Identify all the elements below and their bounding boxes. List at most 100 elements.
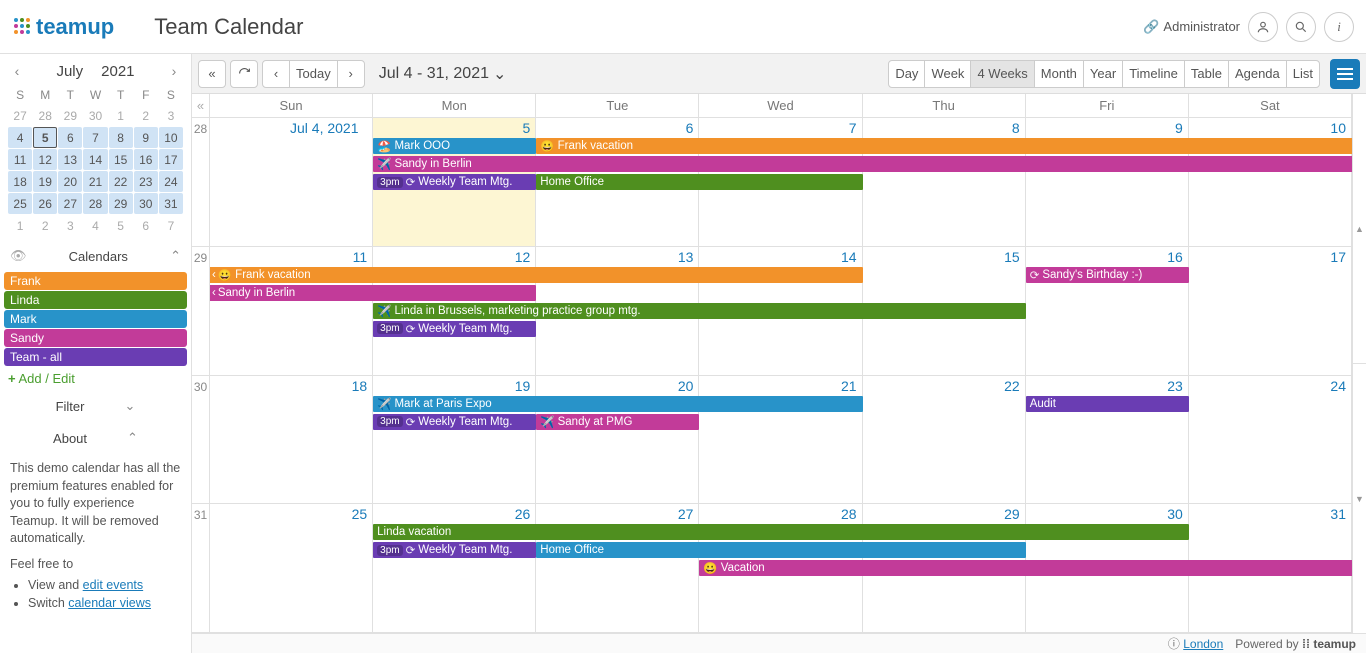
- day-number[interactable]: 25: [210, 504, 373, 524]
- day-number[interactable]: 10: [1189, 118, 1352, 138]
- day-number[interactable]: 16: [1026, 247, 1189, 267]
- day-number[interactable]: 22: [863, 376, 1026, 396]
- day-number[interactable]: 8: [863, 118, 1026, 138]
- mini-day[interactable]: 31: [159, 193, 183, 214]
- day-number[interactable]: 17: [1189, 247, 1352, 267]
- mini-day[interactable]: 5: [33, 127, 57, 148]
- week-num[interactable]: 28: [192, 118, 209, 247]
- range-selector[interactable]: Jul 4 - 31, 2021 ⌄: [379, 64, 507, 84]
- week-num[interactable]: 29: [192, 247, 209, 376]
- mini-day[interactable]: 19: [33, 171, 57, 192]
- event[interactable]: Home Office: [536, 542, 1025, 558]
- mini-day[interactable]: 15: [109, 149, 133, 170]
- menu-button[interactable]: [1330, 59, 1360, 89]
- day-number[interactable]: 27: [536, 504, 699, 524]
- nav-next[interactable]: ›: [337, 60, 365, 88]
- mini-prev[interactable]: ‹: [8, 62, 26, 80]
- refresh-button[interactable]: [230, 60, 258, 88]
- event[interactable]: 3pm⟳Weekly Team Mtg.: [373, 321, 536, 337]
- mini-day[interactable]: 25: [8, 193, 32, 214]
- mini-title[interactable]: July 2021: [56, 63, 134, 80]
- event[interactable]: Linda vacation: [373, 524, 1189, 540]
- view-tab-agenda[interactable]: Agenda: [1228, 60, 1287, 88]
- admin-link[interactable]: 🔗 Administrator: [1143, 19, 1240, 35]
- mini-day[interactable]: 27: [58, 193, 82, 214]
- view-tab-month[interactable]: Month: [1034, 60, 1084, 88]
- mini-next[interactable]: ›: [165, 62, 183, 80]
- day-number[interactable]: 29: [863, 504, 1026, 524]
- mini-day[interactable]: 6: [134, 215, 158, 236]
- mini-day[interactable]: 21: [83, 171, 107, 192]
- event[interactable]: 3pm⟳Weekly Team Mtg.: [373, 414, 536, 430]
- mini-day[interactable]: 16: [134, 149, 158, 170]
- day-number[interactable]: 13: [536, 247, 699, 267]
- mini-day[interactable]: 7: [159, 215, 183, 236]
- mini-day[interactable]: 8: [109, 127, 133, 148]
- event[interactable]: 😀Frank vacation: [536, 138, 1352, 154]
- day-number[interactable]: 23: [1026, 376, 1189, 396]
- add-edit-link[interactable]: + Add / Edit: [0, 367, 191, 390]
- view-tab-table[interactable]: Table: [1184, 60, 1229, 88]
- view-tab-list[interactable]: List: [1286, 60, 1320, 88]
- day-number[interactable]: 26: [373, 504, 536, 524]
- event[interactable]: ✈️Sandy at PMG: [536, 414, 699, 430]
- calendar-pill[interactable]: Mark: [4, 310, 187, 328]
- day-number[interactable]: 19: [373, 376, 536, 396]
- calendar-pill[interactable]: Sandy: [4, 329, 187, 347]
- info-icon[interactable]: i: [1324, 12, 1354, 42]
- day-number[interactable]: 11: [210, 247, 373, 267]
- tz-link[interactable]: London: [1183, 637, 1223, 651]
- mini-day[interactable]: 24: [159, 171, 183, 192]
- scroll-up[interactable]: ▲: [1353, 94, 1366, 364]
- scroll-down[interactable]: ▼: [1353, 364, 1366, 633]
- mini-day[interactable]: 28: [83, 193, 107, 214]
- day-number[interactable]: 7: [699, 118, 862, 138]
- mini-day[interactable]: 1: [8, 215, 32, 236]
- event[interactable]: 🏖️Mark OOO: [373, 138, 536, 154]
- today-button[interactable]: Today: [289, 60, 338, 88]
- mini-day[interactable]: 3: [159, 105, 183, 126]
- day-number[interactable]: 24: [1189, 376, 1352, 396]
- mini-day[interactable]: 5: [109, 215, 133, 236]
- event[interactable]: Home Office: [536, 174, 862, 190]
- day-number[interactable]: 9: [1026, 118, 1189, 138]
- mini-day[interactable]: 6: [58, 127, 82, 148]
- view-tab-4weeks[interactable]: 4 Weeks: [970, 60, 1034, 88]
- mini-day[interactable]: 14: [83, 149, 107, 170]
- mini-day[interactable]: 13: [58, 149, 82, 170]
- mini-day[interactable]: 1: [109, 105, 133, 126]
- event[interactable]: 3pm⟳Weekly Team Mtg.: [373, 542, 536, 558]
- day-number[interactable]: 30: [1026, 504, 1189, 524]
- day-number[interactable]: 31: [1189, 504, 1352, 524]
- mini-day[interactable]: 23: [134, 171, 158, 192]
- nav-first[interactable]: «: [198, 60, 226, 88]
- day-number[interactable]: 6: [536, 118, 699, 138]
- calendars-section[interactable]: 👁 Calendars ⌃: [0, 240, 191, 272]
- event[interactable]: Audit: [1026, 396, 1189, 412]
- event[interactable]: ✈️Sandy in Berlin: [373, 156, 1352, 172]
- mini-day[interactable]: 4: [83, 215, 107, 236]
- mini-day[interactable]: 20: [58, 171, 82, 192]
- view-tab-week[interactable]: Week: [924, 60, 971, 88]
- nav-prev[interactable]: ‹: [262, 60, 290, 88]
- about-section[interactable]: About ⌃: [0, 422, 191, 454]
- logo[interactable]: teamup: [12, 14, 114, 40]
- week-num[interactable]: 30: [192, 376, 209, 505]
- timezone[interactable]: ⓘ London: [1168, 635, 1223, 652]
- mini-day[interactable]: 2: [33, 215, 57, 236]
- mini-day[interactable]: 27: [8, 105, 32, 126]
- mini-day[interactable]: 3: [58, 215, 82, 236]
- calendar-pill[interactable]: Frank: [4, 272, 187, 290]
- mini-day[interactable]: 30: [134, 193, 158, 214]
- event[interactable]: ✈️Mark at Paris Expo: [373, 396, 862, 412]
- mini-day[interactable]: 30: [83, 105, 107, 126]
- calendar-pill[interactable]: Team - all: [4, 348, 187, 366]
- search-icon[interactable]: [1286, 12, 1316, 42]
- day-number[interactable]: 12: [373, 247, 536, 267]
- day-number[interactable]: Jul 4, 2021: [210, 118, 373, 138]
- calendar-pill[interactable]: Linda: [4, 291, 187, 309]
- mini-day[interactable]: 22: [109, 171, 133, 192]
- mini-day[interactable]: 2: [134, 105, 158, 126]
- day-number[interactable]: 20: [536, 376, 699, 396]
- week-num[interactable]: 31: [192, 504, 209, 633]
